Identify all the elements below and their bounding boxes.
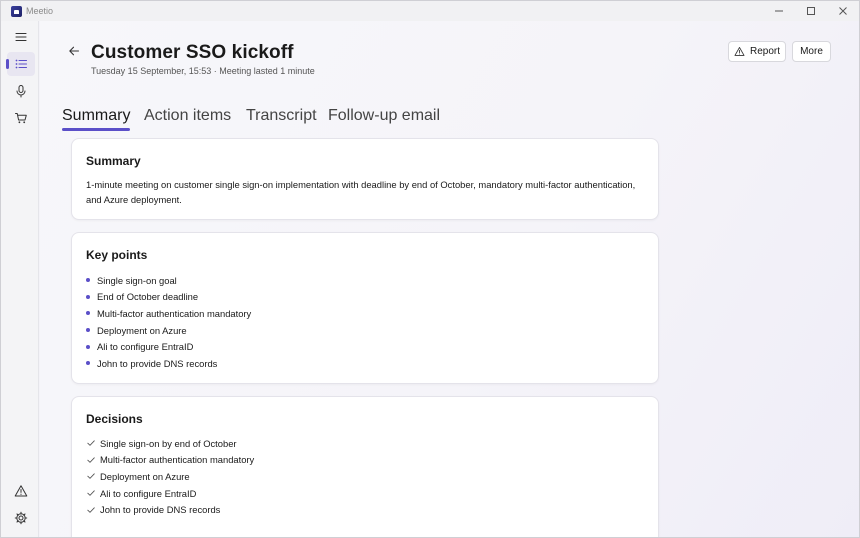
decision-item: Deployment on Azure xyxy=(86,468,254,485)
decision-text: Single sign-on by end of October xyxy=(100,437,237,449)
key-point-text: Ali to configure EntraID xyxy=(97,341,194,353)
page-title: Customer SSO kickoff xyxy=(91,42,294,63)
close-icon xyxy=(839,7,847,15)
key-points-card: Key points Single sign-on goal End of Oc… xyxy=(71,232,659,384)
more-label: More xyxy=(800,46,823,57)
decision-text: Deployment on Azure xyxy=(100,470,190,482)
bullet xyxy=(86,294,90,299)
tab-summary[interactable]: Summary xyxy=(62,107,131,131)
minimize-button[interactable] xyxy=(763,1,795,21)
back-button[interactable] xyxy=(66,43,82,59)
key-point-text: Multi-factor authentication mandatory xyxy=(97,307,252,319)
nav-record[interactable] xyxy=(7,79,35,103)
key-point-text: Deployment on Azure xyxy=(97,324,187,336)
back-arrow-icon xyxy=(69,46,80,56)
checkmark-icon xyxy=(86,455,96,465)
report-button[interactable]: Report xyxy=(728,41,786,62)
key-point-text: End of October deadline xyxy=(97,291,199,303)
tab-follow-up-email[interactable]: Follow-up email xyxy=(328,107,440,125)
decision-item: Multi-factor authentication mandatory xyxy=(86,452,254,469)
cart-icon xyxy=(15,113,27,124)
key-point-item: John to provide DNS records xyxy=(86,355,251,372)
summary-text: 1-minute meeting on customer single sign… xyxy=(86,179,636,205)
key-points-list: Single sign-on goal End of October deadl… xyxy=(86,272,251,372)
bullet xyxy=(86,328,90,333)
report-problem-button[interactable] xyxy=(7,479,35,503)
decisions-list: Single sign-on by end of October Multi-f… xyxy=(86,435,254,518)
minimize-icon xyxy=(775,10,783,12)
app-logo-icon xyxy=(11,5,22,17)
app-title: Meetio xyxy=(26,6,54,16)
checkmark-icon xyxy=(86,471,96,481)
decision-item: Single sign-on by end of October xyxy=(86,435,254,452)
warning-icon xyxy=(734,46,745,57)
key-point-item: Deployment on Azure xyxy=(86,322,251,339)
key-points-title: Key points xyxy=(86,248,148,262)
decision-text: Multi-factor authentication mandatory xyxy=(100,454,255,466)
tab-action-items[interactable]: Action items xyxy=(144,107,231,125)
decision-item: Ali to configure EntraID xyxy=(86,485,254,502)
decision-item: John to provide DNS records xyxy=(86,501,254,518)
maximize-icon xyxy=(807,7,815,15)
key-point-text: John to provide DNS records xyxy=(97,357,218,369)
window-controls xyxy=(763,1,859,21)
nav-rail xyxy=(1,21,39,537)
bullet xyxy=(86,361,90,366)
close-button[interactable] xyxy=(827,1,859,21)
tab-transcript[interactable]: Transcript xyxy=(246,107,317,125)
decisions-card: Decisions Single sign-on by end of Octob… xyxy=(71,396,659,537)
bullet xyxy=(86,311,90,316)
menu-button[interactable] xyxy=(7,25,35,49)
settings-button[interactable] xyxy=(7,506,35,530)
hamburger-icon xyxy=(15,32,27,42)
nav-store[interactable] xyxy=(7,106,35,130)
bullet xyxy=(86,278,90,283)
meeting-details: Tuesday 15 September, 15:53 · Meeting la… xyxy=(91,66,315,76)
checkmark-icon xyxy=(86,488,96,498)
decision-text: Ali to configure EntraID xyxy=(100,487,197,499)
checkmark-icon xyxy=(86,505,96,515)
decision-text: John to provide DNS records xyxy=(100,504,221,516)
gear-icon xyxy=(14,511,28,525)
main-content: Customer SSO kickoff Tuesday 15 Septembe… xyxy=(40,21,859,537)
bullet xyxy=(86,344,90,349)
key-point-item: End of October deadline xyxy=(86,289,251,306)
warning-icon xyxy=(14,485,28,497)
key-point-item: Multi-factor authentication mandatory xyxy=(86,305,251,322)
more-button[interactable]: More xyxy=(792,41,831,62)
title-bar: Meetio xyxy=(1,1,859,21)
nav-meetings[interactable] xyxy=(6,52,35,76)
decisions-title: Decisions xyxy=(86,412,143,426)
key-point-item: Ali to configure EntraID xyxy=(86,338,251,355)
app-window: Meetio Customer SSO kickoff Tuesday 15 S… xyxy=(0,0,860,538)
summary-title: Summary xyxy=(86,154,141,168)
maximize-button[interactable] xyxy=(795,1,827,21)
key-point-item: Single sign-on goal xyxy=(86,272,251,289)
list-icon xyxy=(15,59,28,69)
microphone-icon xyxy=(16,85,26,98)
checkmark-icon xyxy=(86,438,96,448)
key-point-text: Single sign-on goal xyxy=(97,274,177,286)
summary-card: Summary 1-minute meeting on customer sin… xyxy=(71,138,659,220)
report-label: Report xyxy=(749,46,780,57)
